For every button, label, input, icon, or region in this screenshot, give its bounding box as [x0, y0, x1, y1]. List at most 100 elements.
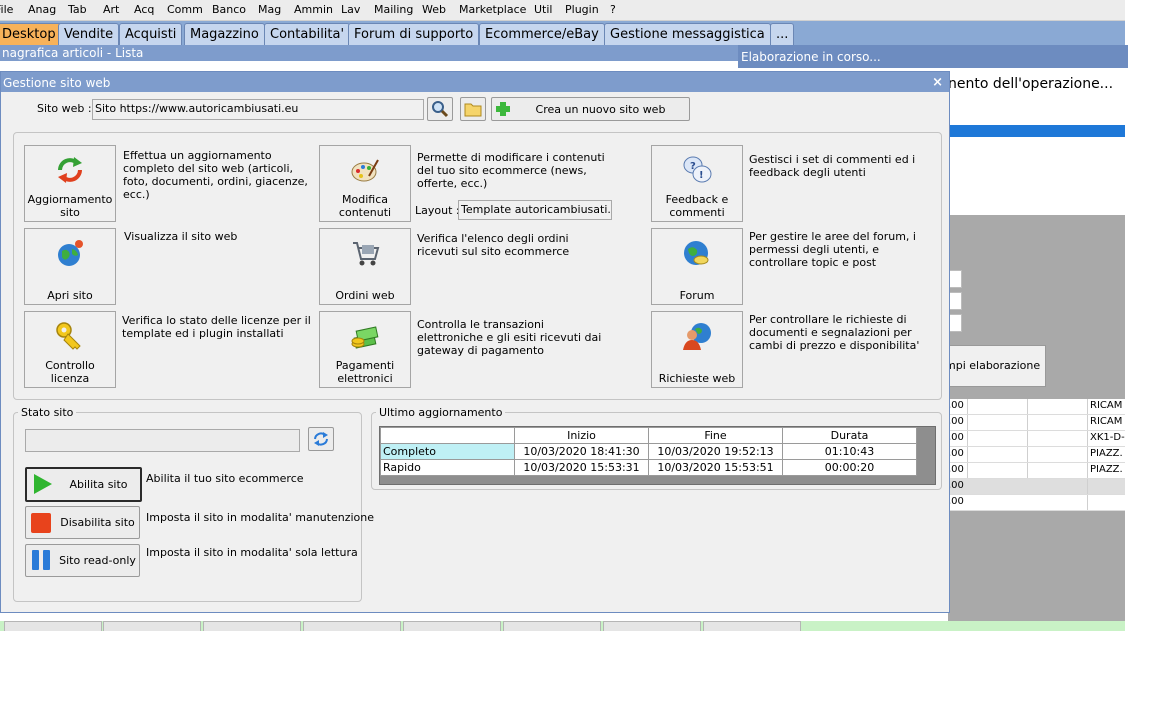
- article-list-title: nagrafica articoli - Lista: [0, 45, 740, 61]
- refresh-state-button[interactable]: [308, 427, 334, 451]
- update-start: 10/03/2020 18:41:30: [514, 443, 649, 460]
- menu-marketplace[interactable]: Marketplace: [459, 3, 526, 16]
- table-row[interactable]: ,00 XK1-D-: [948, 431, 1125, 447]
- feedback-button[interactable]: ?! Feedback e commenti: [651, 145, 743, 222]
- update-site-button[interactable]: Aggiornamento sito: [24, 145, 116, 222]
- open-site-description: Visualizza il sito web: [124, 230, 238, 243]
- table-row[interactable]: ,00: [948, 495, 1125, 511]
- menu-util[interactable]: Util: [534, 3, 552, 16]
- row-text: XK1-D-: [1090, 432, 1125, 443]
- row-value: ,00: [948, 448, 964, 459]
- taskbar-button[interactable]: [203, 621, 301, 631]
- forum-button[interactable]: Forum: [651, 228, 743, 305]
- disable-site-description: Imposta il sito in modalita' manutenzion…: [146, 511, 375, 524]
- read-only-site-button[interactable]: Sito read-only: [25, 544, 140, 577]
- electronic-payments-button[interactable]: Pagamenti elettronici: [319, 311, 411, 388]
- website-manager-dialog: Gestione sito web × Sito web : Sito http…: [0, 71, 950, 613]
- tab-ecommerce-ebay[interactable]: Ecommerce/eBay: [479, 23, 605, 45]
- table-row[interactable]: ,00: [948, 479, 1125, 495]
- close-icon[interactable]: ×: [932, 72, 943, 94]
- taskbar-button[interactable]: [103, 621, 201, 631]
- enable-site-description: Abilita il tuo sito ecommerce: [146, 472, 304, 485]
- menu-ammin[interactable]: Ammin: [294, 3, 333, 16]
- tab-magazzino[interactable]: Magazzino: [184, 23, 265, 45]
- column-header: Fine: [648, 427, 783, 444]
- background-field[interactable]: [948, 314, 962, 332]
- menu-web[interactable]: Web: [422, 3, 446, 16]
- electronic-payments-label: Pagamenti elettronici: [335, 359, 395, 385]
- open-site-button[interactable]: Apri sito: [24, 228, 116, 305]
- license-check-description: Verifica lo stato delle licenze per il t…: [122, 314, 311, 340]
- site-status-field[interactable]: [25, 429, 300, 452]
- edit-content-description: Permette di modificare i contenuti del t…: [417, 151, 605, 190]
- menu-banco[interactable]: Banco: [212, 3, 246, 16]
- web-orders-description: Verifica l'elenco degli ordini ricevuti …: [417, 232, 570, 258]
- table-row[interactable]: Completo 10/03/2020 18:41:30 10/03/2020 …: [380, 443, 917, 460]
- dialog-title: Gestione sito web: [3, 76, 111, 90]
- table-row[interactable]: ,00 RICAM: [948, 415, 1125, 431]
- table-row[interactable]: ,00 PIAZZ.: [948, 447, 1125, 463]
- taskbar-button[interactable]: [4, 621, 102, 631]
- row-text: RICAM: [1090, 400, 1123, 411]
- menu-tab[interactable]: Tab: [68, 3, 87, 16]
- tab-desktop[interactable]: Desktop: [0, 23, 62, 45]
- menu-help[interactable]: ?: [610, 3, 616, 16]
- open-site-label: Apri sito: [47, 289, 93, 302]
- menu-acq[interactable]: Acq: [134, 3, 154, 16]
- stop-icon: [31, 513, 51, 533]
- taskbar-button[interactable]: [603, 621, 701, 631]
- layout-field[interactable]: Template autoricambiusati.eu: [458, 200, 612, 220]
- menu-mailing[interactable]: Mailing: [374, 3, 413, 16]
- table-row[interactable]: ,00 RICAM: [948, 399, 1125, 415]
- update-type: Completo: [380, 443, 515, 460]
- forum-description: Per gestire le aree del forum, i permess…: [749, 230, 916, 269]
- folder-button[interactable]: [460, 97, 486, 121]
- user-globe-icon: [683, 323, 711, 350]
- tab-forum-supporto[interactable]: Forum di supporto: [348, 23, 480, 45]
- site-field[interactable]: Sito https://www.autoricambiusati.eu: [92, 99, 424, 120]
- background-field[interactable]: [948, 292, 962, 310]
- money-icon: [351, 326, 379, 349]
- web-orders-button[interactable]: Ordini web: [319, 228, 411, 305]
- edit-content-button[interactable]: Modifica contenuti: [319, 145, 411, 222]
- tab-gestione-messaggistica[interactable]: Gestione messaggistica: [604, 23, 771, 45]
- taskbar-button[interactable]: [703, 621, 801, 631]
- play-icon: [34, 474, 52, 494]
- tab-acquisti[interactable]: Acquisti: [119, 23, 183, 45]
- taskbar-button[interactable]: [403, 621, 501, 631]
- row-text: RICAM: [1090, 416, 1123, 427]
- menu-file[interactable]: File: [0, 3, 13, 16]
- taskbar-button[interactable]: [503, 621, 601, 631]
- background-field[interactable]: [948, 270, 962, 288]
- svg-text:!: !: [699, 170, 704, 181]
- menu-lav[interactable]: Lav: [341, 3, 360, 16]
- taskbar-button[interactable]: [303, 621, 401, 631]
- menu-comm[interactable]: Comm: [167, 3, 203, 16]
- menu-plugin[interactable]: Plugin: [565, 3, 599, 16]
- refresh-icon: [58, 157, 82, 183]
- tab-contabilita[interactable]: Contabilita': [264, 23, 351, 45]
- read-only-site-label: Sito read-only: [59, 554, 136, 567]
- license-check-button[interactable]: Controllo licenza: [24, 311, 116, 388]
- web-orders-label: Ordini web: [335, 289, 395, 302]
- folder-icon: [464, 103, 482, 117]
- update-end: 10/03/2020 19:52:13: [648, 443, 783, 460]
- row-value: ,00: [948, 416, 964, 427]
- web-requests-label: Richieste web: [658, 372, 736, 385]
- menu-mag[interactable]: Mag: [258, 3, 281, 16]
- enable-site-button[interactable]: Abilita sito: [25, 467, 142, 502]
- tab-more[interactable]: ...: [770, 23, 795, 45]
- cart-icon: [353, 242, 380, 266]
- disable-site-button[interactable]: Disabilita sito: [25, 506, 140, 539]
- table-row[interactable]: ,00 PIAZZ.: [948, 463, 1125, 479]
- stop-processing-button[interactable]: mpi elaborazione: [940, 345, 1046, 387]
- web-requests-button[interactable]: Richieste web: [651, 311, 743, 388]
- tab-vendite[interactable]: Vendite: [58, 23, 120, 45]
- create-site-button[interactable]: Crea un nuovo sito web: [491, 97, 690, 121]
- menu-anag[interactable]: Anag: [28, 3, 56, 16]
- table-header-row: Inizio Fine Durata: [380, 427, 917, 444]
- table-row[interactable]: Rapido 10/03/2020 15:53:31 10/03/2020 15…: [380, 459, 917, 476]
- menu-art[interactable]: Art: [103, 3, 119, 16]
- background-table: ,00 RICAM ,00 RICAM ,00 XK1-D- ,00 PIAZZ. ,0…: [948, 399, 1125, 511]
- search-button[interactable]: [427, 97, 453, 121]
